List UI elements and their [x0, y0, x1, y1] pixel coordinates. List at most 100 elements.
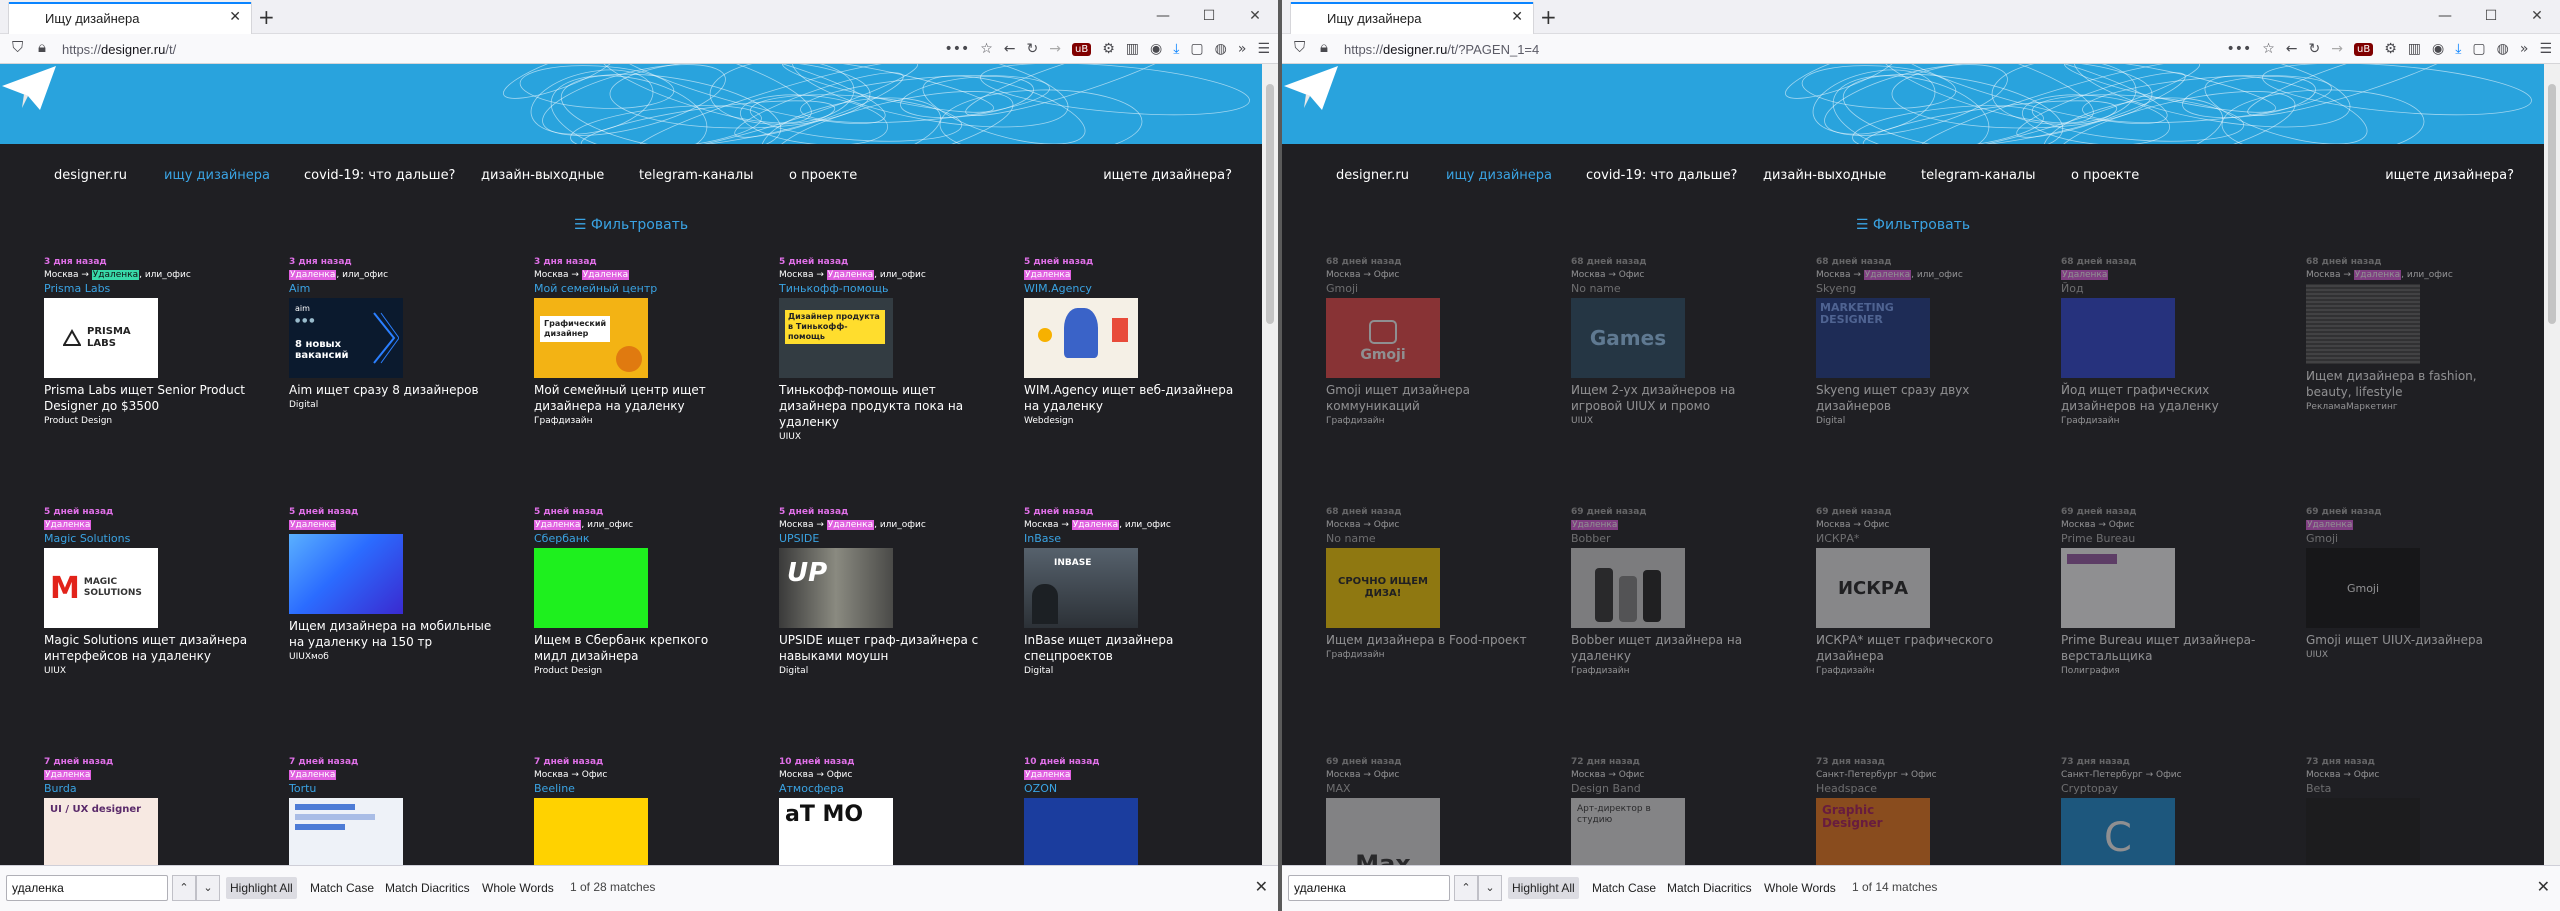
job-card[interactable]: 5 дней назад Москва → Удаленка, или_офис… — [1024, 506, 1244, 678]
overflow-icon[interactable]: » — [1238, 41, 1247, 57]
lock-icon[interactable]: 🔒︎ — [38, 38, 46, 56]
nav-telegram[interactable]: telegram-каналы — [639, 168, 753, 183]
reload-icon[interactable]: ↻ — [1027, 41, 1039, 57]
card-image[interactable]: UI / UX designer — [44, 798, 158, 865]
card-image[interactable]: Дизайнер продукта в Тинькофф-помощь — [779, 298, 893, 378]
card-company-link[interactable]: ИСКРА* — [1816, 532, 2036, 546]
filter-button[interactable]: ☰ Фильтровать — [0, 204, 1262, 256]
bookmark-star-icon[interactable]: ☆ — [980, 41, 993, 57]
highlight-all-toggle[interactable]: Highlight All — [1508, 877, 1579, 899]
whole-words-toggle[interactable]: Whole Words — [478, 877, 558, 899]
globe-icon[interactable]: ◍ — [2497, 41, 2509, 57]
card-company-link[interactable]: Magic Solutions — [44, 532, 264, 546]
card-image[interactable] — [534, 548, 648, 628]
job-card[interactable]: 69 дней назад Москва → Офис ИСКРА* ИСКРА… — [1816, 506, 2036, 678]
card-title-link[interactable]: Ищем в Сбербанк крепкого мидл дизайнера — [534, 632, 744, 664]
reload-icon[interactable]: ↻ — [2309, 41, 2321, 57]
job-card[interactable]: 69 дней назад Удаленка Bobber Bobber ище… — [1571, 506, 1791, 678]
card-company-link[interactable]: Мой семейный центр — [534, 282, 754, 296]
job-card[interactable]: 68 дней назад Москва → Удаленка, или_офи… — [2306, 256, 2526, 414]
card-image[interactable]: C — [2061, 798, 2175, 865]
container-icon[interactable]: ▢ — [2472, 41, 2485, 57]
mask-icon[interactable]: ◉ — [2432, 41, 2444, 57]
forward-icon[interactable]: → — [1049, 41, 1061, 57]
minimize-icon[interactable]: — — [1140, 0, 1186, 34]
nav-looking-for-designer[interactable]: ищете дизайнера? — [1103, 168, 1232, 183]
mask-icon[interactable]: ◉ — [1150, 41, 1162, 57]
card-title-link[interactable]: Skyeng ищет сразу двух дизайнеров — [1816, 382, 2026, 414]
library-icon[interactable]: ▥ — [2408, 41, 2421, 57]
page-actions-icon[interactable]: ••• — [944, 41, 969, 57]
job-card[interactable]: 7 дней назад Удаленка Burda UI / UX desi… — [44, 756, 264, 865]
nav-telegram[interactable]: telegram-каналы — [1921, 168, 2035, 183]
job-card[interactable]: 69 дней назад Москва → Офис MAX Max — [1326, 756, 1546, 865]
card-title-link[interactable]: InBase ищет дизайнера спецпроектов — [1024, 632, 1234, 664]
new-tab-icon[interactable]: + — [258, 5, 275, 29]
job-card[interactable]: 7 дней назад Удаленка Tortu — [289, 756, 509, 865]
job-card[interactable]: 68 дней назад Москва → Офис Gmoji Gmoji … — [1326, 256, 1546, 428]
card-title-link[interactable]: Gmoji ищет UIUX-дизайнера — [2306, 632, 2516, 648]
highlight-all-toggle[interactable]: Highlight All — [226, 877, 297, 899]
card-image[interactable]: PRISMA LABS — [44, 298, 158, 378]
card-company-link[interactable]: Aim — [289, 282, 509, 296]
card-company-link[interactable]: Burda — [44, 782, 264, 796]
card-image[interactable]: MARKETING DESIGNER — [1816, 298, 1930, 378]
card-company-link[interactable]: Prisma Labs — [44, 282, 264, 296]
menu-icon[interactable]: ☰ — [1257, 41, 1270, 57]
match-case-toggle[interactable]: Match Case — [1588, 877, 1660, 899]
ublock-icon[interactable]: uB — [2353, 42, 2374, 56]
card-image[interactable]: Games — [1571, 298, 1685, 378]
job-card[interactable]: 5 дней назад Удаленка, или_офис Сбербанк… — [534, 506, 754, 678]
page-actions-icon[interactable]: ••• — [2226, 41, 2251, 57]
nav-about[interactable]: о проекте — [2071, 168, 2139, 183]
card-image[interactable] — [1024, 798, 1138, 865]
card-title-link[interactable]: WIM.Agency ищет веб-дизайнера на удаленк… — [1024, 382, 1234, 414]
card-company-link[interactable]: No name — [1326, 532, 1546, 546]
card-company-link[interactable]: UPSIDE — [779, 532, 999, 546]
card-company-link[interactable]: Атмосфера — [779, 782, 999, 796]
card-title-link[interactable]: Тинькофф-помощь ищет дизайнера продукта … — [779, 382, 989, 430]
card-title-link[interactable]: ИСКРА* ищет графического дизайнера — [1816, 632, 2026, 664]
find-previous-icon[interactable]: ⌃ — [1454, 875, 1478, 901]
card-title-link[interactable]: Bobber ищет дизайнера на удаленку — [1571, 632, 1781, 664]
shield-icon[interactable]: ⛉ — [1294, 38, 1305, 56]
container-icon[interactable]: ▢ — [1190, 41, 1203, 57]
nav-about[interactable]: о проекте — [789, 168, 857, 183]
nav-weekend[interactable]: дизайн-выходные — [481, 168, 604, 183]
nav-search-designer[interactable]: ищу дизайнера — [1446, 168, 1552, 183]
scrollbar-thumb[interactable] — [2548, 84, 2556, 324]
card-company-link[interactable]: Beeline — [534, 782, 754, 796]
page-scrollbar[interactable] — [1262, 64, 1278, 865]
globe-icon[interactable]: ◍ — [1215, 41, 1227, 57]
card-image[interactable] — [1024, 298, 1138, 378]
find-input[interactable] — [6, 875, 168, 901]
lock-icon[interactable]: 🔒︎ — [1320, 38, 1328, 56]
card-title-link[interactable]: Prime Bureau ищет дизайнера-верстальщика — [2061, 632, 2271, 664]
find-close-icon[interactable]: ✕ — [1255, 877, 1268, 896]
find-previous-icon[interactable]: ⌃ — [172, 875, 196, 901]
card-company-link[interactable]: InBase — [1024, 532, 1244, 546]
card-title-link[interactable]: Ищем 2-ух дизайнеров на игровой UIUX и п… — [1571, 382, 1781, 414]
card-image[interactable] — [2061, 548, 2175, 628]
card-company-link[interactable]: MAX — [1326, 782, 1546, 796]
card-company-link[interactable]: Design Band — [1571, 782, 1791, 796]
find-input[interactable] — [1288, 875, 1450, 901]
card-company-link[interactable]: Gmoji — [2306, 532, 2526, 546]
card-company-link[interactable]: Bobber — [1571, 532, 1791, 546]
extension-icon[interactable]: ⚙ — [2384, 41, 2397, 57]
nav-home[interactable]: designer.ru — [1336, 168, 1409, 183]
card-image[interactable]: Gmoji — [1326, 298, 1440, 378]
card-company-link[interactable]: Headspace — [1816, 782, 2036, 796]
card-image[interactable]: ИСКРА — [1816, 548, 1930, 628]
job-card[interactable]: 5 дней назад Удаленка WIM.Agency WIM.Age… — [1024, 256, 1244, 428]
card-title-link[interactable]: Magic Solutions ищет дизайнера интерфейс… — [44, 632, 254, 664]
job-card[interactable]: 10 дней назад Удаленка OZON — [1024, 756, 1244, 865]
job-card[interactable]: 5 дней назад Москва → Удаленка, или_офис… — [779, 506, 999, 678]
forward-icon[interactable]: → — [2331, 41, 2343, 57]
find-next-icon[interactable]: ⌄ — [196, 875, 220, 901]
card-company-link[interactable]: Skyeng — [1816, 282, 2036, 296]
overflow-icon[interactable]: » — [2520, 41, 2529, 57]
job-card[interactable]: 5 дней назад Москва → Удаленка, или_офис… — [779, 256, 999, 444]
card-title-link[interactable]: UPSIDE ищет граф-дизайнера с навыками мо… — [779, 632, 989, 664]
card-image[interactable] — [534, 798, 648, 865]
